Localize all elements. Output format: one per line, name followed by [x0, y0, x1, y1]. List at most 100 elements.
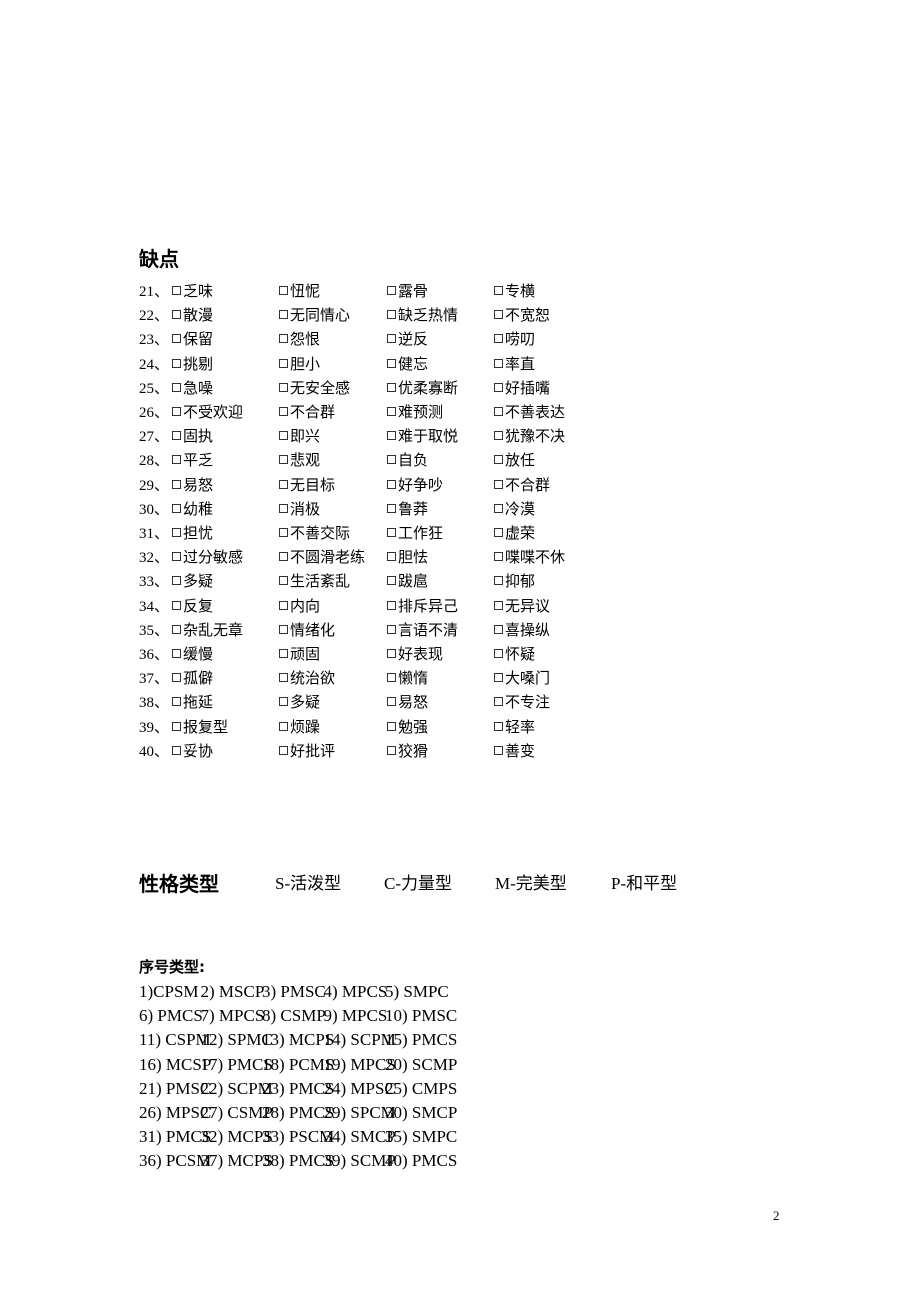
weakness-option[interactable]: 多疑: [279, 691, 320, 715]
checkbox-icon[interactable]: [494, 479, 503, 489]
weakness-option[interactable]: 乏味: [172, 280, 213, 304]
weakness-option[interactable]: 缺乏热情: [387, 304, 458, 328]
checkbox-icon[interactable]: [279, 286, 288, 295]
weakness-option[interactable]: 不专注: [494, 691, 550, 715]
checkbox-icon[interactable]: [279, 382, 288, 392]
weakness-option[interactable]: 率直: [494, 353, 535, 377]
checkbox-icon[interactable]: [279, 673, 288, 683]
weakness-option[interactable]: 平乏: [172, 449, 213, 473]
weakness-option[interactable]: 怀疑: [494, 643, 535, 667]
weakness-option[interactable]: 跋扈: [387, 570, 428, 594]
checkbox-icon[interactable]: [387, 600, 396, 610]
checkbox-icon[interactable]: [494, 286, 503, 295]
weakness-option[interactable]: 喋喋不休: [494, 546, 565, 570]
checkbox-icon[interactable]: [387, 479, 396, 489]
weakness-option[interactable]: 难预测: [387, 401, 443, 425]
checkbox-icon[interactable]: [172, 358, 181, 368]
weakness-option[interactable]: 排斥异己: [387, 595, 458, 619]
weakness-option[interactable]: 唠叨: [494, 328, 535, 352]
weakness-option[interactable]: 冷漠: [494, 498, 535, 522]
weakness-option[interactable]: 无安全感: [279, 377, 350, 401]
checkbox-icon[interactable]: [279, 649, 288, 658]
checkbox-icon[interactable]: [387, 407, 396, 416]
checkbox-icon[interactable]: [387, 334, 396, 344]
checkbox-icon[interactable]: [494, 697, 503, 707]
weakness-option[interactable]: 妥协: [172, 740, 213, 764]
checkbox-icon[interactable]: [494, 310, 503, 320]
checkbox-icon[interactable]: [172, 673, 181, 683]
weakness-option[interactable]: 拖延: [172, 691, 213, 715]
checkbox-icon[interactable]: [387, 286, 396, 295]
weakness-option[interactable]: 健忘: [387, 353, 428, 377]
weakness-option[interactable]: 保留: [172, 328, 213, 352]
checkbox-icon[interactable]: [494, 358, 503, 368]
weakness-option[interactable]: 不合群: [279, 401, 335, 425]
weakness-option[interactable]: 多疑: [172, 570, 213, 594]
weakness-option[interactable]: 专横: [494, 280, 535, 304]
checkbox-icon[interactable]: [387, 673, 396, 683]
weakness-option[interactable]: 言语不清: [387, 619, 458, 643]
checkbox-icon[interactable]: [494, 600, 503, 610]
checkbox-icon[interactable]: [172, 479, 181, 489]
checkbox-icon[interactable]: [172, 576, 181, 586]
checkbox-icon[interactable]: [172, 745, 181, 755]
weakness-option[interactable]: 即兴: [279, 425, 320, 449]
weakness-option[interactable]: 好插嘴: [494, 377, 550, 401]
weakness-option[interactable]: 虚荣: [494, 522, 535, 546]
checkbox-icon[interactable]: [387, 576, 396, 586]
weakness-option[interactable]: 好表现: [387, 643, 443, 667]
checkbox-icon[interactable]: [172, 552, 181, 562]
checkbox-icon[interactable]: [387, 697, 396, 707]
checkbox-icon[interactable]: [279, 552, 288, 562]
checkbox-icon[interactable]: [279, 455, 288, 465]
weakness-option[interactable]: 情绪化: [279, 619, 335, 643]
weakness-option[interactable]: 幼稚: [172, 498, 213, 522]
checkbox-icon[interactable]: [279, 576, 288, 586]
checkbox-icon[interactable]: [279, 431, 288, 441]
checkbox-icon[interactable]: [279, 600, 288, 610]
weakness-option[interactable]: 反复: [172, 595, 213, 619]
weakness-option[interactable]: 顽固: [279, 643, 320, 667]
checkbox-icon[interactable]: [387, 503, 396, 513]
checkbox-icon[interactable]: [387, 431, 396, 441]
weakness-option[interactable]: 大嗓门: [494, 667, 550, 691]
weakness-option[interactable]: 自负: [387, 449, 428, 473]
weakness-option[interactable]: 固执: [172, 425, 213, 449]
checkbox-icon[interactable]: [172, 310, 181, 320]
checkbox-icon[interactable]: [172, 334, 181, 344]
checkbox-icon[interactable]: [172, 407, 181, 416]
checkbox-icon[interactable]: [172, 649, 181, 658]
checkbox-icon[interactable]: [494, 552, 503, 562]
checkbox-icon[interactable]: [279, 358, 288, 368]
checkbox-icon[interactable]: [494, 673, 503, 683]
weakness-option[interactable]: 统治欲: [279, 667, 335, 691]
checkbox-icon[interactable]: [279, 503, 288, 513]
checkbox-icon[interactable]: [387, 649, 396, 658]
weakness-option[interactable]: 狡猾: [387, 740, 428, 764]
checkbox-icon[interactable]: [494, 649, 503, 658]
weakness-option[interactable]: 易怒: [172, 474, 213, 498]
checkbox-icon[interactable]: [387, 455, 396, 465]
weakness-option[interactable]: 怨恨: [279, 328, 320, 352]
weakness-option[interactable]: 抑郁: [494, 570, 535, 594]
weakness-option[interactable]: 悲观: [279, 449, 320, 473]
weakness-option[interactable]: 杂乱无章: [172, 619, 243, 643]
checkbox-icon[interactable]: [494, 528, 503, 537]
checkbox-icon[interactable]: [279, 528, 288, 537]
weakness-option[interactable]: 不合群: [494, 474, 550, 498]
checkbox-icon[interactable]: [494, 407, 503, 416]
checkbox-icon[interactable]: [279, 624, 288, 634]
weakness-option[interactable]: 难于取悦: [387, 425, 458, 449]
weakness-option[interactable]: 内向: [279, 595, 320, 619]
weakness-option[interactable]: 无同情心: [279, 304, 350, 328]
checkbox-icon[interactable]: [387, 745, 396, 755]
weakness-option[interactable]: 胆怯: [387, 546, 428, 570]
weakness-option[interactable]: 逆反: [387, 328, 428, 352]
weakness-option[interactable]: 不受欢迎: [172, 401, 243, 425]
checkbox-icon[interactable]: [172, 624, 181, 634]
weakness-option[interactable]: 不善表达: [494, 401, 565, 425]
checkbox-icon[interactable]: [279, 334, 288, 344]
checkbox-icon[interactable]: [494, 455, 503, 465]
weakness-option[interactable]: 报复型: [172, 716, 228, 740]
weakness-option[interactable]: 懒惰: [387, 667, 428, 691]
